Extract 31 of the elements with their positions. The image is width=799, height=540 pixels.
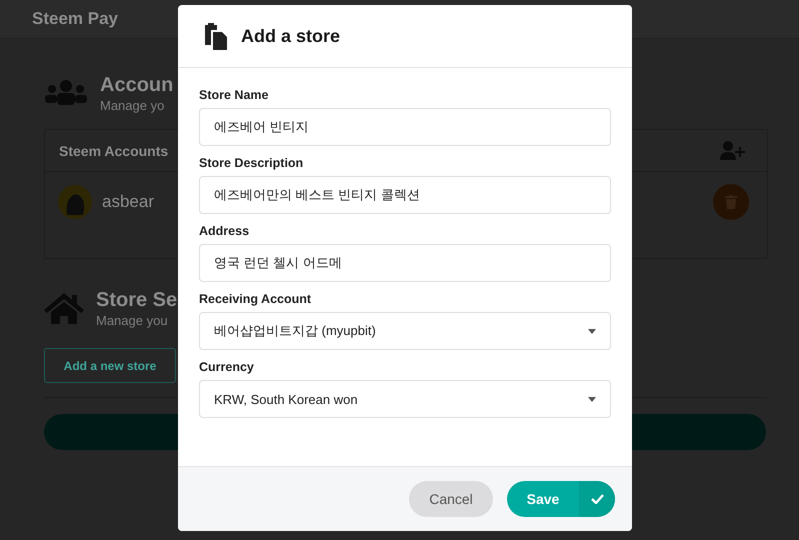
section-title: Accoun xyxy=(100,73,174,98)
house-icon xyxy=(44,290,84,324)
field-label: Address xyxy=(199,224,250,238)
account-name: asbear xyxy=(102,192,154,212)
section-title: Store Se xyxy=(96,288,178,313)
cancel-button[interactable]: Cancel xyxy=(409,481,493,517)
delete-button[interactable] xyxy=(713,184,749,220)
text-field[interactable]: 에즈베어만의 베스트 빈티지 콜렉션 xyxy=(199,176,611,214)
text-field[interactable]: 영국 런던 첼시 어드메 xyxy=(199,244,611,282)
section-subtitle: Manage yo xyxy=(100,98,166,113)
add-user-icon[interactable] xyxy=(720,140,745,160)
avatar-icon xyxy=(58,185,92,219)
select-field[interactable]: KRW, South Korean won xyxy=(199,380,611,418)
select-value: 베어샵업비트지갑 (myupbit) xyxy=(214,322,376,340)
text-field[interactable]: 에즈베어 빈티지 xyxy=(199,108,611,146)
section-subtitle: Manage you xyxy=(96,313,169,328)
clipboard-icon xyxy=(202,22,228,50)
caret-icon xyxy=(588,396,596,402)
select-value: KRW, South Korean won xyxy=(214,392,358,406)
add-store-button[interactable]: Add a new store xyxy=(44,348,176,383)
app-title: Steem Pay xyxy=(32,9,118,29)
field-label: Store Description xyxy=(199,156,304,170)
field-label: Currency xyxy=(199,360,255,374)
caret-icon xyxy=(588,328,596,334)
select-field[interactable]: 베어샵업비트지갑 (myupbit) xyxy=(199,312,611,350)
dialog-title: Add a store xyxy=(241,26,340,46)
field-label: Receiving Account xyxy=(199,292,312,306)
users-icon xyxy=(44,80,88,106)
column-header: Steem Accounts xyxy=(59,142,168,158)
check-icon xyxy=(590,494,604,504)
field-label: Store Name xyxy=(199,88,270,102)
